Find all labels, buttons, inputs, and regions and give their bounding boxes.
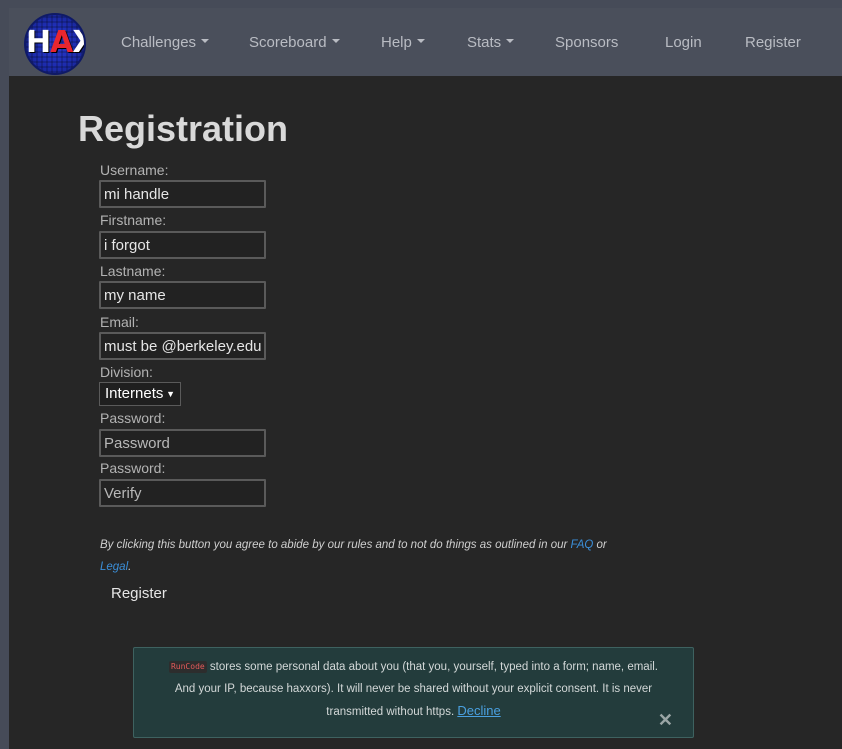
page-title: Registration (78, 108, 289, 149)
hax-logo[interactable]: HAX (24, 13, 86, 75)
decline-link[interactable]: Decline (457, 703, 500, 718)
register-button[interactable]: Register (111, 583, 167, 605)
firstname-field[interactable] (99, 231, 266, 259)
close-icon[interactable]: ✕ (658, 709, 673, 731)
verify-password-field[interactable] (99, 479, 266, 507)
nav-register[interactable]: Register (745, 32, 801, 54)
logo-text: HAX (26, 25, 84, 60)
legal-link[interactable]: Legal (100, 561, 128, 573)
faq-link[interactable]: FAQ (571, 539, 594, 551)
nav-login[interactable]: Login (665, 32, 702, 54)
email-label: Email: (100, 314, 139, 330)
page-container: HAX Challenges Scoreboard Help Stats Spo… (9, 8, 842, 749)
chevron-down-icon (331, 39, 340, 44)
password-label: Password: (100, 410, 166, 426)
cookie-notice-text: stores some personal data about you (tha… (174, 661, 659, 718)
chevron-down-icon (416, 39, 425, 44)
nav-help[interactable]: Help (381, 32, 425, 54)
chevron-down-icon (506, 39, 515, 44)
navbar: HAX Challenges Scoreboard Help Stats Spo… (9, 8, 842, 76)
division-select[interactable]: Internets ▼ (99, 382, 181, 406)
username-field[interactable] (99, 180, 266, 208)
firstname-label: Firstname: (100, 212, 167, 228)
runcode-brand-badge: RunCode (168, 660, 207, 673)
division-selected-value: Internets (105, 385, 164, 402)
lastname-label: Lastname: (100, 263, 166, 279)
nav-stats[interactable]: Stats (467, 32, 515, 54)
chevron-down-icon (201, 39, 210, 44)
lastname-field[interactable] (99, 281, 266, 309)
username-label: Username: (100, 162, 169, 178)
nav-scoreboard[interactable]: Scoreboard (249, 32, 340, 54)
dropdown-arrow-icon: ▼ (166, 389, 175, 399)
email-field[interactable] (99, 332, 266, 360)
division-label: Division: (100, 364, 153, 380)
nav-challenges[interactable]: Challenges (121, 32, 210, 54)
cookie-consent-banner: RunCode stores some personal data about … (133, 647, 694, 738)
verify-password-label: Password: (100, 460, 166, 476)
password-field[interactable] (99, 429, 266, 457)
nav-sponsors[interactable]: Sponsors (555, 32, 618, 54)
terms-text: By clicking this button you agree to abi… (100, 539, 607, 573)
